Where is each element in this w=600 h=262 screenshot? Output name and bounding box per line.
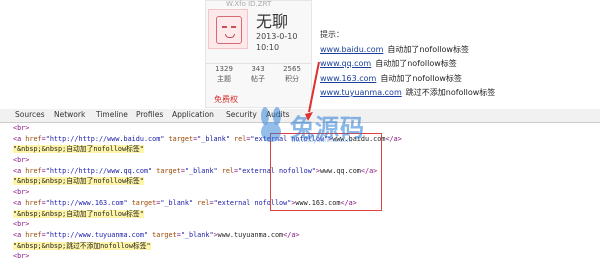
red-arrow-icon (305, 61, 320, 121)
